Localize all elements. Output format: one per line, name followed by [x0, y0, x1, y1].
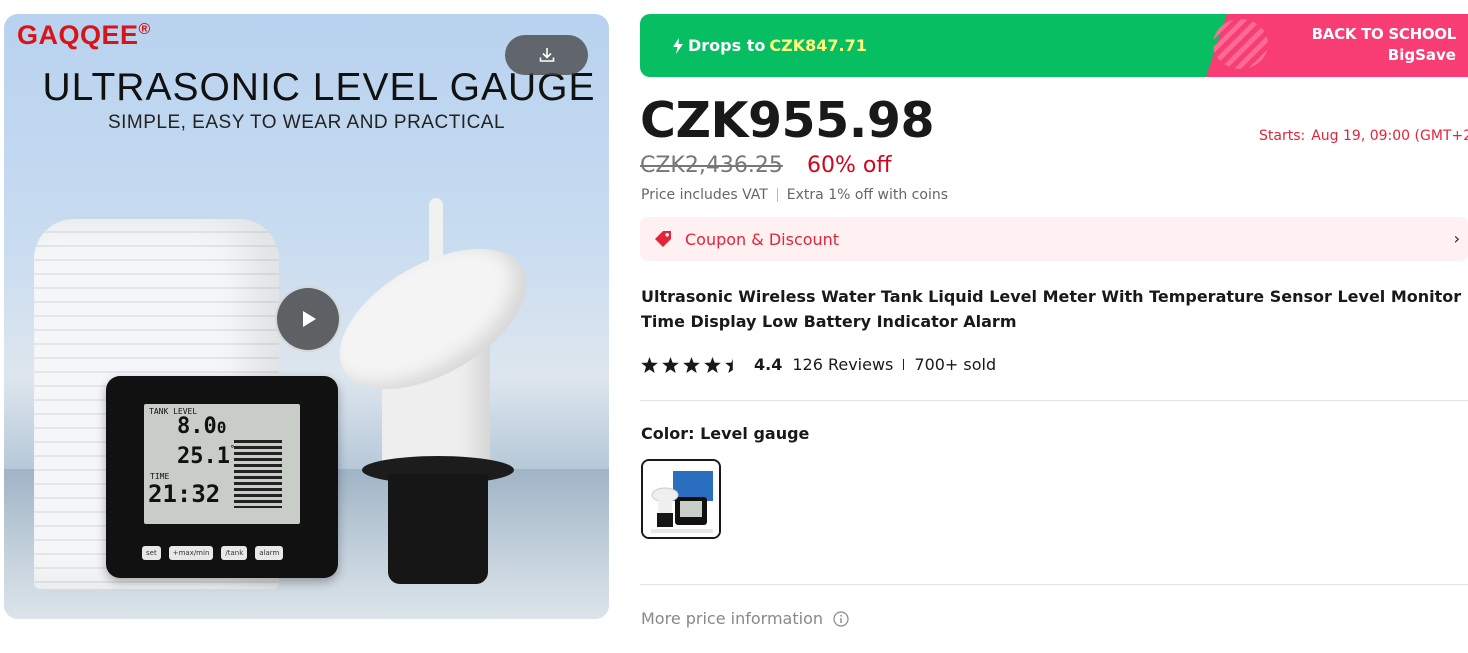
display-keys: set +max/min /tank alarm	[142, 546, 284, 560]
price-drop-text: Drops to CZK847.71	[672, 36, 867, 55]
star-icon	[704, 356, 721, 373]
lcd-level-value: 8.00	[177, 414, 227, 439]
lcd-level-bars	[234, 440, 282, 508]
key-alarm: alarm	[255, 546, 284, 560]
original-price: CZK2,436.25	[640, 153, 783, 178]
display-unit: TANK LEVEL 8.00 25.1°C TIME 21:32 set +m…	[106, 376, 338, 578]
swatch-thumbnail	[643, 461, 719, 537]
lcd-temp-value: 25.1°C	[177, 444, 240, 469]
reviews-link[interactable]: 126 Reviews	[792, 355, 893, 374]
product-title: Ultrasonic Wireless Water Tank Liquid Le…	[641, 287, 1462, 331]
promo-banner[interactable]: Drops to CZK847.71 BACK TO SCHOOL BigSav…	[640, 14, 1468, 77]
divider	[903, 359, 905, 370]
rating-score: 4.4	[754, 355, 783, 374]
product-image[interactable]: GAQQEE® ULTRASONIC LEVEL GAUGE SIMPLE, E…	[4, 14, 609, 619]
event-badge: BACK TO SCHOOL BigSave	[1311, 24, 1457, 66]
star-icon	[683, 356, 700, 373]
lcd-time-value: 21:32	[148, 480, 221, 508]
section-divider	[640, 584, 1468, 585]
chevron-right-icon: ›	[1453, 229, 1460, 248]
lightning-icon	[673, 37, 683, 54]
info-icon[interactable]	[833, 610, 849, 627]
brand-logo: GAQQEE®	[17, 20, 151, 50]
download-icon	[539, 48, 554, 62]
price-drop-amount: CZK847.71	[769, 36, 867, 55]
sensor-base	[388, 474, 488, 584]
key-tank: /tank	[221, 546, 248, 560]
coupon-discount-row[interactable]: Coupon & Discount ›	[640, 217, 1468, 261]
color-swatch-level-gauge[interactable]	[641, 459, 721, 539]
star-icon	[641, 356, 658, 373]
key-set: set	[142, 546, 161, 560]
vat-note: Price includes VAT	[641, 187, 768, 203]
star-icon	[662, 356, 679, 373]
color-label: Color: Level gauge	[641, 424, 810, 443]
more-price-info[interactable]: More price information	[641, 609, 849, 628]
section-divider	[640, 400, 1468, 401]
play-video-button[interactable]	[275, 286, 341, 352]
rating-row: 4.4 126 Reviews 700+ sold	[641, 355, 996, 374]
event-title: BACK TO SCHOOL	[1311, 25, 1457, 43]
coupon-tag-icon	[653, 229, 673, 249]
coins-note: Extra 1% off with coins	[786, 187, 948, 203]
key-max-min: +max/min	[168, 546, 214, 560]
image-subline: SIMPLE, EASY TO WEAR AND PRACTICAL	[107, 112, 506, 133]
download-button[interactable]	[505, 35, 588, 75]
promo-brush-decoration	[1213, 19, 1268, 69]
rating-stars	[641, 356, 742, 373]
play-icon	[303, 311, 316, 327]
divider	[776, 188, 778, 202]
coupon-label: Coupon & Discount	[685, 229, 840, 249]
event-subtitle: BigSave	[1387, 46, 1456, 64]
price-notes: Price includes VAT Extra 1% off with coi…	[641, 187, 948, 203]
discount-percent: 60% off	[807, 153, 892, 178]
promo-start-time: Starts: Aug 19, 09:00 (GMT+2	[1259, 128, 1468, 144]
current-price: CZK955.98	[640, 92, 935, 149]
lcd-screen: TANK LEVEL 8.00 25.1°C TIME 21:32	[144, 404, 300, 524]
partial-star-icon	[725, 358, 733, 373]
more-price-info-label: More price information	[641, 609, 823, 628]
sold-count: 700+ sold	[914, 355, 997, 374]
